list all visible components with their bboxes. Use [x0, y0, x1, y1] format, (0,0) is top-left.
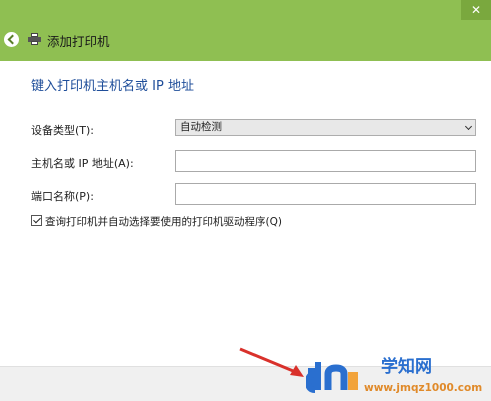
watermark-logo-icon [306, 362, 358, 393]
page-heading: 键入打印机主机名或 IP 地址 [31, 79, 194, 94]
device-type-select[interactable]: 自动检测 [175, 119, 476, 136]
watermark-site-name: 学知网 [381, 357, 432, 377]
close-button[interactable]: ✕ [461, 0, 491, 20]
device-type-value: 自动检测 [180, 121, 222, 133]
query-printer-label: 查询打印机并自动选择要使用的打印机驱动程序(Q) [45, 216, 282, 228]
device-type-label: 设备类型(T): [31, 124, 95, 137]
port-name-input[interactable] [175, 183, 476, 205]
window-titlebar: ✕ 添加打印机 [0, 0, 491, 61]
close-icon: ✕ [470, 3, 482, 17]
window-title: 添加打印机 [47, 34, 110, 49]
printer-icon [28, 33, 41, 45]
back-button[interactable] [4, 32, 19, 47]
watermark-url: www.jmqz1000.com [364, 382, 483, 394]
query-printer-checkbox[interactable] [31, 215, 42, 226]
port-name-label: 端口名称(P): [31, 190, 94, 203]
hostname-label: 主机名或 IP 地址(A): [31, 157, 134, 170]
chevron-down-icon [464, 122, 473, 131]
hostname-input[interactable] [175, 150, 476, 172]
